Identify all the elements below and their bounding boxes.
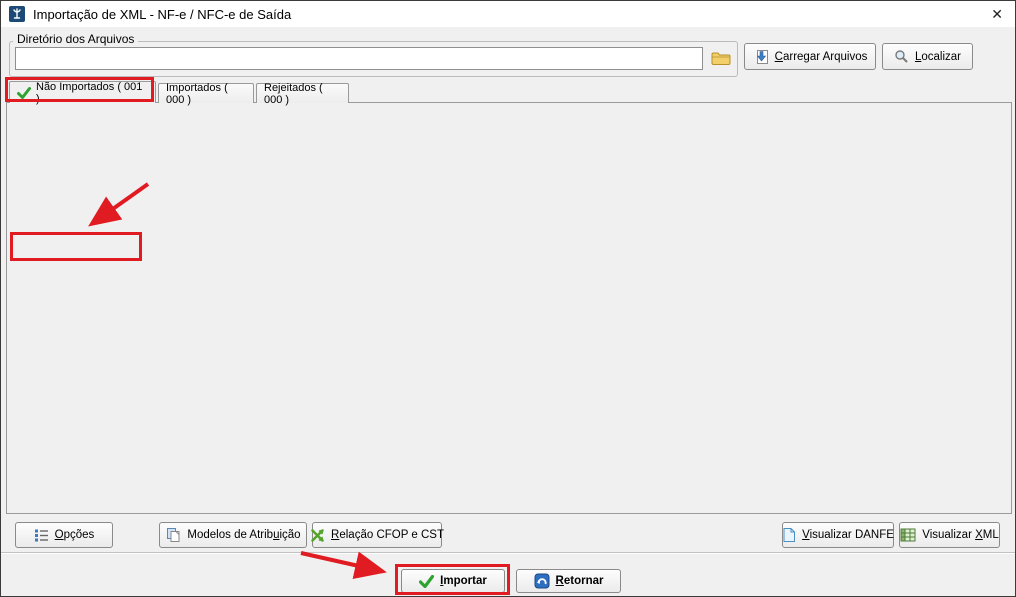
modelos-atribuicao-button[interactable]: Modelos de Atribuição	[159, 522, 307, 548]
tab-importados-label: Importados ( 000 )	[166, 82, 246, 106]
tab-nao-importados-label: Não Importados ( 001 )	[36, 81, 148, 105]
check-icon	[17, 87, 31, 99]
window-title: Importação de XML - NF-e / NFC-e de Saíd…	[33, 7, 291, 22]
importar-label: Importar	[440, 575, 487, 587]
tab-importados[interactable]: Importados ( 000 )	[158, 83, 254, 103]
crossed-arrows-icon	[310, 528, 325, 543]
directory-label: Diretório dos Arquivos	[13, 32, 138, 46]
retornar-button[interactable]: Retornar	[516, 569, 621, 593]
localizar-button[interactable]: Localizar	[882, 43, 973, 70]
load-files-icon	[753, 49, 769, 65]
opcoes-button[interactable]: Opções	[15, 522, 113, 548]
modelos-atribuicao-label: Modelos de Atribuição	[187, 529, 300, 541]
visualizar-danfe-label: Visualizar DANFE	[802, 529, 894, 541]
tab-nao-importados[interactable]: Não Importados ( 001 )	[9, 81, 156, 103]
tab-content-panel	[6, 102, 1012, 514]
carregar-arquivos-button[interactable]: Carregar Arquivos	[744, 43, 876, 70]
visualizar-danfe-button[interactable]: Visualizar DANFE	[782, 522, 894, 548]
tab-rejeitados[interactable]: Rejeitados ( 000 )	[256, 83, 349, 103]
localizar-label: Localizar	[915, 51, 961, 63]
folder-icon[interactable]	[708, 47, 734, 70]
check-icon	[419, 575, 434, 588]
table-grid-icon	[900, 528, 916, 542]
app-icon	[9, 6, 25, 22]
search-icon	[894, 49, 909, 64]
carregar-arquivos-label: Carregar Arquivos	[775, 51, 868, 63]
visualizar-xml-button[interactable]: Visualizar XML	[899, 522, 1000, 548]
relacao-cfop-cst-button[interactable]: Relação CFOP e CST	[312, 522, 442, 548]
footer-divider	[1, 552, 1016, 554]
document-icon	[782, 527, 796, 543]
tab-rejeitados-label: Rejeitados ( 000 )	[264, 82, 341, 106]
close-icon[interactable]: ✕	[991, 6, 1003, 23]
relacao-cfop-cst-label: Relação CFOP e CST	[331, 529, 444, 541]
opcoes-label: Opções	[55, 529, 95, 541]
directory-input[interactable]	[15, 47, 703, 70]
retornar-label: Retornar	[556, 575, 604, 587]
importar-button[interactable]: Importar	[401, 569, 505, 593]
title-bar[interactable]: Importação de XML - NF-e / NFC-e de Saíd…	[1, 1, 1015, 27]
options-list-icon	[34, 528, 49, 542]
return-arrow-icon	[534, 573, 550, 589]
visualizar-xml-label: Visualizar XML	[922, 529, 999, 541]
import-xml-dialog: Importação de XML - NF-e / NFC-e de Saíd…	[0, 0, 1016, 597]
pages-icon	[165, 527, 181, 543]
